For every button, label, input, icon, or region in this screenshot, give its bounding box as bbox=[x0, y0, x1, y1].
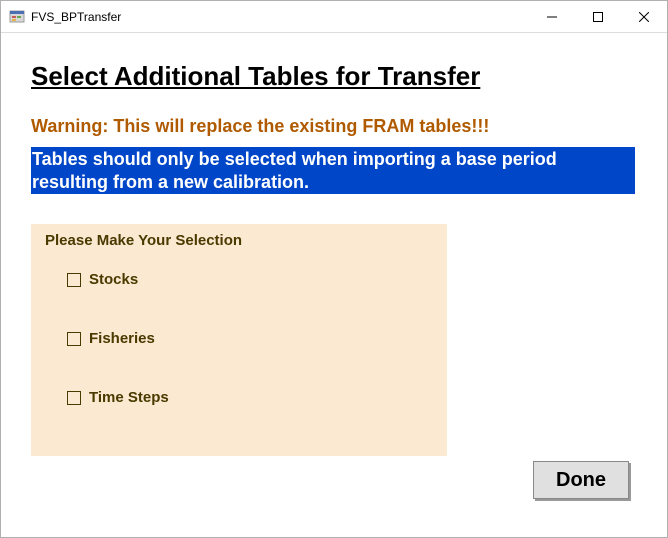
checkbox-timesteps[interactable] bbox=[67, 391, 81, 405]
checkbox-label-fisheries: Fisheries bbox=[89, 330, 155, 347]
panel-header: Please Make Your Selection bbox=[45, 232, 433, 249]
window-controls bbox=[529, 1, 667, 32]
app-icon bbox=[9, 9, 25, 25]
checkbox-label-timesteps: Time Steps bbox=[89, 389, 169, 406]
checkbox-row-fisheries[interactable]: Fisheries bbox=[67, 330, 433, 347]
info-text: Tables should only be selected when impo… bbox=[31, 147, 635, 194]
close-button[interactable] bbox=[621, 1, 667, 33]
checkbox-fisheries[interactable] bbox=[67, 332, 81, 346]
minimize-button[interactable] bbox=[529, 1, 575, 33]
page-title: Select Additional Tables for Transfer bbox=[31, 61, 637, 92]
checkbox-row-stocks[interactable]: Stocks bbox=[67, 271, 433, 288]
window-title: FVS_BPTransfer bbox=[31, 10, 121, 24]
done-button[interactable]: Done bbox=[533, 461, 629, 499]
warning-text: Warning: This will replace the existing … bbox=[31, 116, 637, 137]
titlebar: FVS_BPTransfer bbox=[1, 1, 667, 33]
selection-panel: Please Make Your Selection Stocks Fisher… bbox=[31, 224, 447, 456]
checkbox-stocks[interactable] bbox=[67, 273, 81, 287]
titlebar-left: FVS_BPTransfer bbox=[1, 9, 121, 25]
app-window: FVS_BPTransfer Select Additional Tables … bbox=[0, 0, 668, 538]
checkbox-row-timesteps[interactable]: Time Steps bbox=[67, 389, 433, 406]
done-button-label: Done bbox=[556, 469, 606, 492]
content-area: Select Additional Tables for Transfer Wa… bbox=[1, 33, 667, 537]
maximize-button[interactable] bbox=[575, 1, 621, 33]
checkbox-label-stocks: Stocks bbox=[89, 271, 138, 288]
